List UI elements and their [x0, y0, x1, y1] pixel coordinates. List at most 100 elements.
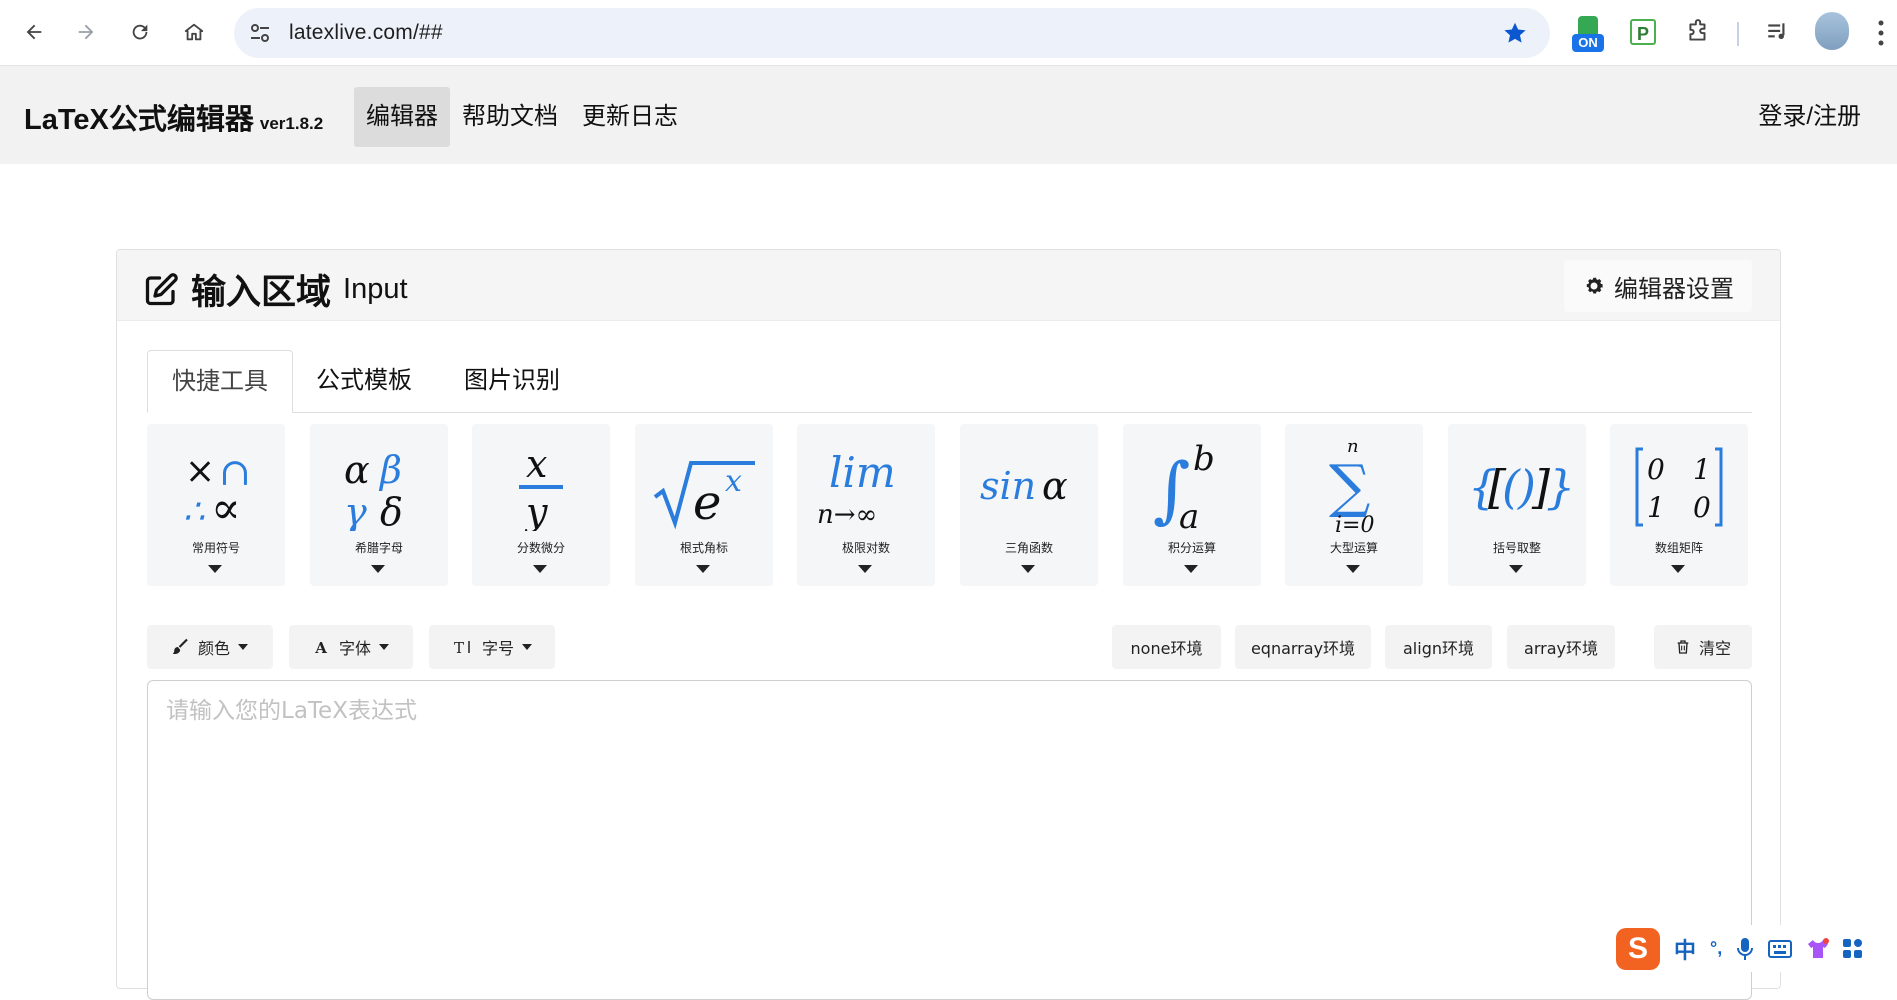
env-none-button[interactable]: none环境 — [1112, 625, 1221, 669]
svg-text:e: e — [693, 475, 721, 531]
svg-text:A: A — [314, 639, 327, 656]
chevron-down-icon — [1671, 565, 1685, 573]
color-label: 颜色 — [197, 639, 230, 658]
tab-quick-tools[interactable]: 快捷工具 — [147, 350, 293, 413]
bookmark-star-icon[interactable] — [1502, 20, 1528, 46]
tool-integrals[interactable]: ∫ b a 积分运算 — [1123, 424, 1261, 586]
site-settings-icon[interactable] — [248, 21, 272, 45]
greek-letters-icon: α β γ δ — [310, 436, 448, 536]
tool-arrays-matrices[interactable]: 0 1 1 0 数组矩阵 — [1610, 424, 1748, 586]
tool-trig-functions[interactable]: sin α 三角函数 — [960, 424, 1098, 586]
kebab-menu-icon[interactable] — [1876, 18, 1886, 48]
keyboard-icon[interactable] — [1768, 939, 1793, 959]
forward-button[interactable] — [66, 12, 106, 52]
home-button[interactable] — [174, 12, 214, 52]
nav-help-docs[interactable]: 帮助文档 — [450, 87, 570, 147]
tool-greek-letters[interactable]: α β γ δ 希腊字母 — [310, 424, 448, 586]
toolbar-divider — [1737, 22, 1739, 46]
card-title-en: Input — [343, 273, 408, 305]
nav-changelog[interactable]: 更新日志 — [570, 87, 690, 147]
back-button[interactable] — [14, 12, 54, 52]
puzzle-icon — [1689, 19, 1706, 41]
color-dropdown[interactable]: 颜色 — [147, 625, 273, 669]
summation-icon: n ∑ i=0 — [1285, 436, 1423, 536]
reload-icon — [132, 24, 148, 40]
url-text: latexlive.com/## — [289, 21, 443, 44]
font-size-label: 字号 — [481, 639, 514, 658]
extension-on-badge: ON — [1572, 34, 1604, 52]
extension-on-button[interactable]: ON — [1570, 14, 1606, 54]
site-header: LaTeX公式编辑器 ver1.8.2 编辑器 帮助文档 更新日志 登录/注册 — [0, 66, 1897, 164]
chevron-down-icon — [371, 565, 385, 573]
clear-button[interactable]: 清空 — [1654, 625, 1752, 669]
caret-down-icon — [379, 644, 389, 650]
address-bar[interactable]: latexlive.com/## — [234, 8, 1550, 58]
env-array-button[interactable]: array环境 — [1507, 625, 1615, 669]
tool-common-symbols[interactable]: × ∩ ∴ ∝ 常用符号 — [147, 424, 285, 586]
extension-p-button[interactable]: P — [1625, 14, 1661, 50]
microphone-icon[interactable] — [1736, 937, 1754, 961]
tool-label: 分数微分 — [516, 541, 565, 555]
svg-text:β: β — [378, 448, 402, 492]
symbols-icon: × ∩ ∴ ∝ — [147, 436, 285, 536]
chevron-down-icon — [1509, 565, 1523, 573]
skin-shirt-icon[interactable] — [1806, 937, 1830, 960]
card-title-text: 输入区域 — [191, 273, 332, 312]
font-icon: A — [314, 639, 327, 656]
svg-text:1: 1 — [1647, 491, 1665, 524]
tool-radicals-subscripts[interactable]: e x 根式角标 — [635, 424, 773, 586]
font-size-dropdown[interactable]: T 字号 — [429, 625, 555, 669]
svg-text:δ: δ — [380, 490, 403, 531]
svg-text:x: x — [725, 464, 742, 499]
font-dropdown[interactable]: A 字体 — [289, 625, 413, 669]
svg-text:n→∞: n→∞ — [817, 500, 877, 530]
tab-image-recognition[interactable]: 图片识别 — [440, 350, 584, 412]
font-label: 字体 — [338, 639, 371, 658]
editor-settings-button[interactable]: 编辑器设置 — [1564, 260, 1752, 312]
tool-large-operators[interactable]: n ∑ i=0 大型运算 — [1285, 424, 1423, 586]
latex-editor[interactable] — [147, 680, 1752, 1000]
svg-text:γ: γ — [344, 490, 367, 531]
tool-label: 括号取整 — [1492, 541, 1541, 555]
latex-input[interactable] — [148, 681, 1751, 999]
matrix-icon: 0 1 1 0 — [1610, 436, 1748, 536]
reload-button[interactable] — [120, 12, 160, 52]
version-label: ver1.8.2 — [259, 114, 324, 133]
svg-text:}: } — [1546, 460, 1572, 514]
input-card: 输入区域 Input 编辑器设置 快捷工具 公式模板 图片识别 × ∩ ∴ ∝ … — [116, 249, 1781, 1000]
env-eqnarray-button[interactable]: eqnarray环境 — [1235, 625, 1371, 669]
tool-fraction-derivative[interactable]: x y 分数微分 — [472, 424, 610, 586]
chevron-down-icon — [858, 565, 872, 573]
svg-text:0: 0 — [1693, 491, 1711, 524]
login-register-link[interactable]: 登录/注册 — [1758, 87, 1861, 147]
svg-text:T: T — [454, 639, 464, 656]
ime-language-toggle[interactable]: 中 — [1674, 933, 1696, 965]
text-height-icon: T — [454, 639, 470, 656]
caret-down-icon — [522, 644, 532, 650]
svg-text:sin: sin — [980, 464, 1036, 508]
tool-label: 希腊字母 — [354, 541, 403, 555]
brand-title: LaTeX公式编辑器 — [24, 104, 254, 136]
brackets-icon: { [ ( ) ] } — [1448, 436, 1586, 536]
media-control-button[interactable] — [1760, 14, 1796, 50]
tab-formula-templates[interactable]: 公式模板 — [292, 350, 436, 412]
home-icon — [184, 23, 204, 41]
chevron-down-icon — [1021, 565, 1035, 573]
gear-icon — [1586, 277, 1603, 294]
tool-label: 极限对数 — [841, 541, 890, 555]
brand[interactable]: LaTeX公式编辑器 ver1.8.2 — [24, 96, 323, 138]
tool-limits-logs[interactable]: lim n→∞ 极限对数 — [797, 424, 935, 586]
chevron-down-icon — [208, 565, 222, 573]
ime-logo[interactable]: S — [1616, 927, 1660, 970]
caret-down-icon — [238, 644, 248, 650]
chevron-down-icon — [533, 565, 547, 573]
nav-editor[interactable]: 编辑器 — [354, 87, 450, 147]
tool-brackets-rounding[interactable]: { [ ( ) ] } 括号取整 — [1448, 424, 1586, 586]
toolbox-grid-icon[interactable] — [1842, 938, 1864, 960]
tool-label: 大型运算 — [1329, 541, 1378, 555]
profile-avatar[interactable] — [1815, 12, 1849, 50]
extension-on-icon — [1578, 16, 1598, 34]
env-align-button[interactable]: align环境 — [1385, 625, 1492, 669]
ime-punctuation-toggle[interactable]: °, — [1710, 938, 1722, 959]
extensions-button[interactable] — [1680, 14, 1716, 50]
